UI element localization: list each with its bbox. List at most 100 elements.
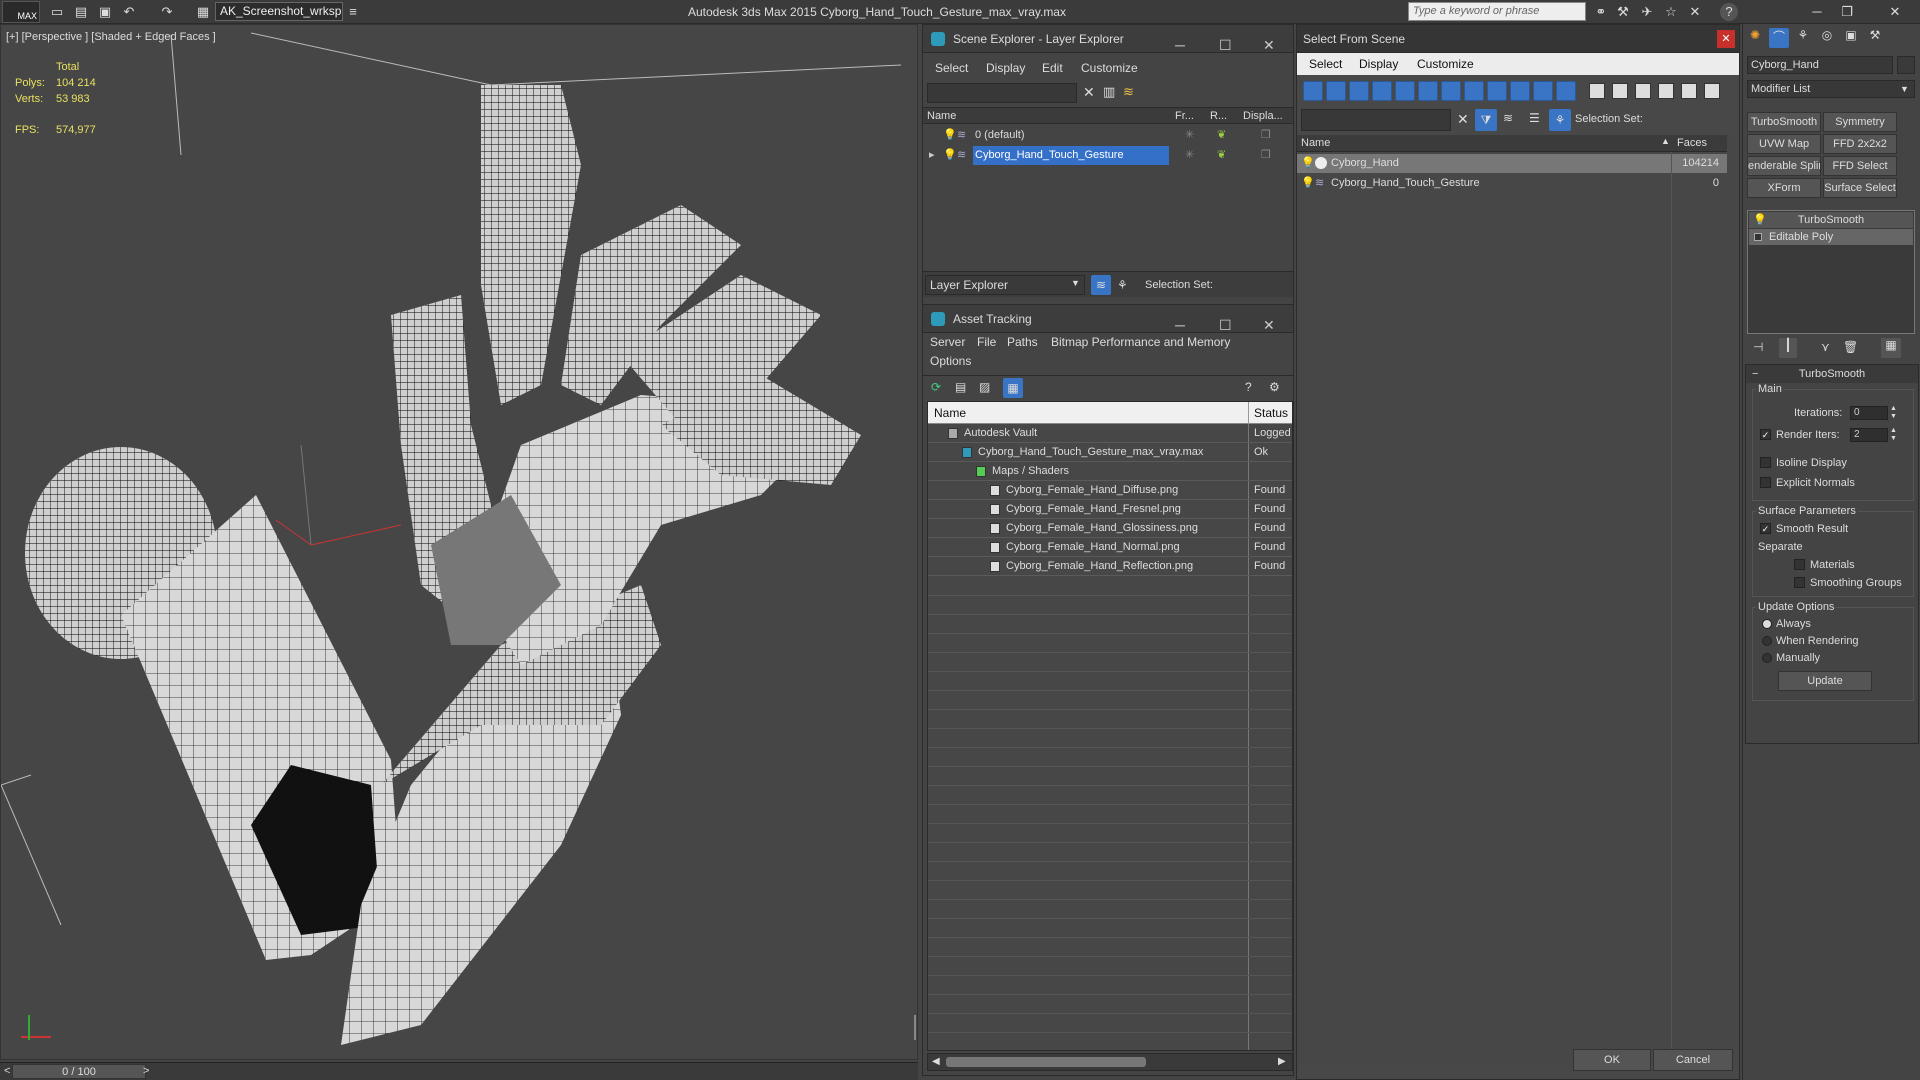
time-prev-button[interactable]: < bbox=[4, 1065, 10, 1077]
select-none-icon[interactable] bbox=[1612, 83, 1628, 99]
layer-row-cyborg[interactable]: ▸ 💡 ≋ Cyborg_Hand_Touch_Gesture ✳ ❦ ❒ bbox=[923, 146, 1293, 165]
filter-helpers-icon[interactable] bbox=[1395, 81, 1415, 101]
spinner-arrows-icon[interactable]: ▲ ▼ bbox=[1890, 405, 1897, 421]
layer-filter-icon[interactable]: ≋ bbox=[1503, 111, 1513, 125]
column-status[interactable]: Status bbox=[1254, 406, 1288, 420]
save-icon[interactable]: ▣ bbox=[96, 3, 114, 21]
asset-row[interactable]: Cyborg_Female_Hand_Reflection.png Found bbox=[928, 557, 1292, 576]
close-icon[interactable]: ✕ bbox=[1886, 3, 1904, 21]
pin-stack-icon[interactable]: ⊣ bbox=[1753, 340, 1763, 354]
smooth-result-checkbox[interactable]: ✓ bbox=[1760, 523, 1771, 534]
scroll-left-icon[interactable]: ◀ bbox=[932, 1056, 940, 1067]
table-view-icon[interactable]: ▦ bbox=[1003, 378, 1023, 398]
project-folder-icon[interactable]: ▦ bbox=[194, 3, 212, 21]
column-name[interactable]: Name bbox=[1301, 137, 1330, 149]
filter-groups-icon[interactable] bbox=[1441, 81, 1461, 101]
clear-search-icon[interactable]: ✕ bbox=[1457, 111, 1469, 128]
workspace-dropdown[interactable]: AK_Screenshot_wrksp bbox=[215, 2, 343, 21]
column-display[interactable]: Displa... bbox=[1243, 110, 1283, 122]
minimize-icon[interactable]: ─ bbox=[1808, 3, 1826, 21]
layers-icon[interactable]: ☰ bbox=[1529, 111, 1540, 125]
menu-server[interactable]: Server bbox=[930, 335, 965, 349]
freeze-icon[interactable]: ✳ bbox=[1185, 126, 1194, 145]
tools-icon[interactable]: ⚒ bbox=[1614, 3, 1632, 21]
asset-row[interactable]: Cyborg_Female_Hand_Diffuse.png Found bbox=[928, 481, 1292, 500]
filter-space-warps-icon[interactable] bbox=[1418, 81, 1438, 101]
column-name[interactable]: Name bbox=[927, 110, 956, 122]
maximize-icon[interactable]: ☐ bbox=[1219, 31, 1232, 59]
filter-shapes-icon[interactable] bbox=[1326, 81, 1346, 101]
menu-display[interactable]: Display bbox=[1359, 57, 1398, 71]
time-slider-thumb[interactable]: 0 / 100 bbox=[12, 1064, 146, 1079]
invert-selection-icon[interactable] bbox=[1635, 83, 1651, 99]
isoline-display-checkbox[interactable] bbox=[1760, 457, 1771, 468]
cancel-button[interactable]: Cancel bbox=[1653, 1049, 1733, 1071]
configure-sets-icon[interactable]: ▦ bbox=[1881, 338, 1901, 358]
select-from-scene-titlebar[interactable]: Select From Scene ✕ bbox=[1297, 25, 1739, 53]
explorer-type-dropdown[interactable]: Layer Explorer bbox=[925, 275, 1085, 295]
menu-paths[interactable]: Paths bbox=[1007, 335, 1038, 349]
filter-containers-icon[interactable] bbox=[1510, 81, 1530, 101]
hierarchy-icon[interactable]: ⚘ bbox=[1549, 109, 1571, 131]
layer-tool-icon[interactable]: ≋ bbox=[1123, 84, 1134, 100]
scene-explorer-titlebar[interactable]: Scene Explorer - Layer Explorer ─ ☐ ✕ bbox=[923, 25, 1293, 53]
when-rendering-radio[interactable] bbox=[1762, 636, 1772, 646]
utilities-tab-icon[interactable]: ⚒ bbox=[1865, 28, 1885, 48]
scrollbar-thumb[interactable] bbox=[946, 1057, 1146, 1067]
filter-geometry-icon[interactable] bbox=[1303, 81, 1323, 101]
create-tab-icon[interactable]: ✺ bbox=[1745, 28, 1765, 48]
lightbulb-icon[interactable]: 💡 bbox=[943, 146, 957, 165]
modifier-button[interactable]: XForm bbox=[1747, 178, 1821, 198]
filter-bones-icon[interactable] bbox=[1487, 81, 1507, 101]
menu-options[interactable]: Options bbox=[930, 354, 971, 368]
menu-select[interactable]: Select bbox=[935, 61, 968, 75]
time-next-button[interactable]: > bbox=[143, 1065, 149, 1077]
list-view-icon[interactable]: ▤ bbox=[955, 380, 966, 394]
materials-checkbox[interactable] bbox=[1794, 559, 1805, 570]
menu-customize[interactable]: Customize bbox=[1417, 57, 1474, 71]
subscription-icon[interactable]: ✈ bbox=[1638, 3, 1656, 21]
freeze-icon[interactable]: ✳ bbox=[1185, 146, 1194, 165]
new-file-icon[interactable]: ▭ bbox=[48, 3, 66, 21]
column-frozen[interactable]: Fr... bbox=[1175, 110, 1194, 122]
menu-file[interactable]: File bbox=[977, 335, 996, 349]
modify-tab-icon[interactable]: ⌒ bbox=[1769, 28, 1789, 48]
refresh-icon[interactable]: ⟳ bbox=[931, 380, 941, 394]
menu-display[interactable]: Display bbox=[986, 61, 1025, 75]
smoothing-groups-checkbox[interactable] bbox=[1794, 577, 1805, 588]
object-row-layer[interactable]: 💡 ≋ Cyborg_Hand_Touch_Gesture 0 bbox=[1297, 174, 1727, 193]
scene-explorer-search-input[interactable] bbox=[927, 83, 1077, 103]
rollout-header[interactable]: − TurboSmooth bbox=[1746, 365, 1918, 383]
stack-item-editable-poly[interactable]: Editable Poly bbox=[1749, 229, 1913, 245]
stack-item-turbosmooth[interactable]: 💡 TurboSmooth bbox=[1749, 212, 1913, 228]
layer-explorer-icon[interactable]: ≋ bbox=[1091, 275, 1111, 295]
show-end-result-icon[interactable]: ┃ bbox=[1779, 338, 1797, 358]
filter-icon[interactable]: ▥ bbox=[1103, 84, 1115, 100]
layer-row-default[interactable]: 💡 ≋ 0 (default) ✳ ❦ ❒ bbox=[923, 126, 1293, 145]
filter-cameras-icon[interactable] bbox=[1372, 81, 1392, 101]
display-tab-icon[interactable]: ▣ bbox=[1841, 28, 1861, 48]
modifier-button[interactable]: enderable Splin bbox=[1747, 156, 1821, 176]
menu-edit[interactable]: Edit bbox=[1042, 61, 1063, 75]
asset-tracking-titlebar[interactable]: Asset Tracking ─ ☐ ✕ bbox=[923, 305, 1293, 333]
undo-icon[interactable]: ↶ bbox=[120, 3, 138, 21]
perspective-viewport[interactable]: [+] [Perspective ] [Shaded + Edged Faces… bbox=[0, 24, 918, 1060]
modifier-button[interactable]: Surface Select bbox=[1823, 178, 1897, 198]
column-faces[interactable]: Faces bbox=[1677, 137, 1707, 149]
open-file-icon[interactable]: ▤ bbox=[72, 3, 90, 21]
hierarchy-tab-icon[interactable]: ⚘ bbox=[1793, 28, 1813, 48]
filter-hidden-icon[interactable] bbox=[1556, 81, 1576, 101]
object-name-field[interactable]: Cyborg_Hand bbox=[1747, 56, 1893, 74]
lightbulb-icon[interactable]: 💡 bbox=[943, 126, 957, 145]
ok-button[interactable]: OK bbox=[1573, 1049, 1651, 1071]
binoculars-icon[interactable]: ⚭ bbox=[1592, 3, 1610, 21]
asset-row[interactable]: Maps / Shaders bbox=[928, 462, 1292, 481]
display-icon[interactable]: ❒ bbox=[1261, 146, 1271, 165]
expand-box-icon[interactable] bbox=[1754, 233, 1762, 241]
menu-select[interactable]: Select bbox=[1309, 57, 1342, 71]
render-iters-checkbox[interactable]: ✓ bbox=[1760, 429, 1771, 440]
search-input[interactable]: Type a keyword or phrase bbox=[1408, 2, 1586, 21]
settings-icon[interactable]: ⚙ bbox=[1269, 380, 1280, 394]
modifier-list-dropdown[interactable]: Modifier List ▼ bbox=[1747, 80, 1915, 98]
modifier-button[interactable]: TurboSmooth bbox=[1747, 112, 1821, 132]
